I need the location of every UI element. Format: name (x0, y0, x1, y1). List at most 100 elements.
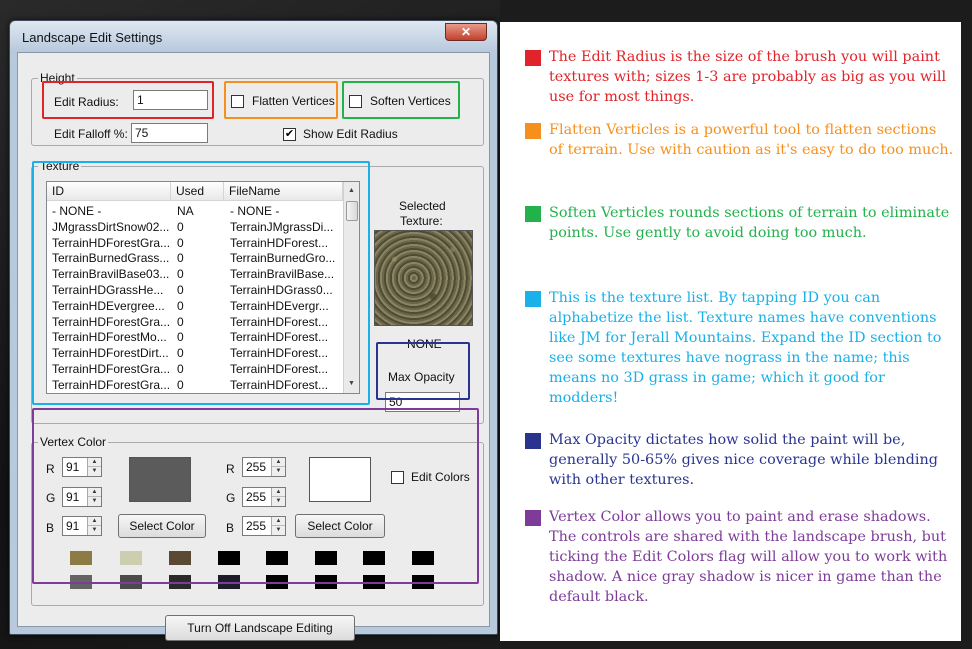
column-filename[interactable]: FileName (224, 182, 343, 201)
note-text: Flatten Verticles is a powerful tool to … (549, 122, 954, 158)
palette-swatch[interactable] (70, 575, 92, 589)
palette-swatch[interactable] (70, 551, 92, 565)
soften-vertices-label: Soften Vertices (370, 94, 451, 108)
spin-up-icon[interactable]: ▲ (272, 517, 285, 526)
left-r-spinner[interactable]: 91 ▲ ▼ (62, 457, 102, 477)
edit-colors-checkbox[interactable] (391, 471, 404, 484)
texture-list[interactable]: ID Used FileName - NONE - NA - NONE - JMgra… (46, 181, 360, 394)
texture-list-row[interactable]: JMgrassDirtSnow02... 0 TerrainJMgrassDi... (47, 219, 343, 235)
right-g-spinner[interactable]: 255 ▲ ▼ (242, 487, 286, 507)
red-marker-icon (525, 50, 541, 66)
title-bar[interactable]: Landscape Edit Settings ✕ (10, 21, 497, 51)
texture-list-scrollbar[interactable]: ▲ ▼ (343, 182, 359, 393)
row-filename: - NONE - (230, 204, 280, 218)
vertex-color-group-title: Vertex Color (38, 435, 109, 449)
palette-swatch[interactable] (218, 575, 240, 589)
palette-swatch[interactable] (363, 551, 385, 565)
row-id: TerrainHDEvergree... (52, 298, 165, 313)
row-used: 0 (177, 251, 184, 266)
row-filename: TerrainBurnedGro... (230, 251, 336, 266)
column-id[interactable]: ID (47, 182, 171, 201)
spin-up-icon[interactable]: ▲ (88, 458, 101, 467)
palette-swatch[interactable] (266, 551, 288, 565)
edit-colors-label: Edit Colors (411, 470, 470, 484)
right-b-label: B (226, 521, 235, 535)
flatten-vertices-checkbox[interactable] (231, 95, 244, 108)
scroll-down-icon[interactable]: ▼ (344, 375, 359, 393)
spin-down-icon[interactable]: ▼ (88, 497, 101, 506)
spin-up-icon[interactable]: ▲ (272, 458, 285, 467)
palette-swatch[interactable] (315, 575, 337, 589)
row-id: TerrainHDForestGra... (52, 362, 170, 376)
texture-group-title: Texture (38, 159, 82, 173)
spin-down-icon[interactable]: ▼ (272, 467, 285, 476)
row-used: 0 (177, 330, 184, 345)
flatten-vertices-label: Flatten Vertices (252, 94, 335, 108)
scroll-up-icon[interactable]: ▲ (344, 182, 359, 200)
texture-list-row[interactable]: TerrainBravilBase03... 0 TerrainBravilBase… (47, 266, 343, 282)
spin-down-icon[interactable]: ▼ (88, 467, 101, 476)
selected-texture-label-2: Texture: (400, 214, 443, 228)
soften-vertices-checkbox[interactable] (349, 95, 362, 108)
row-used: 0 (177, 267, 184, 282)
texture-list-row[interactable]: - NONE - NA - NONE - (47, 203, 343, 219)
palette-swatch[interactable] (412, 575, 434, 589)
row-used: 0 (177, 283, 184, 297)
texture-list-row[interactable]: TerrainHDForestGra... 0 TerrainHDForest... (47, 361, 343, 377)
column-used[interactable]: Used (171, 182, 224, 201)
spin-down-icon[interactable]: ▼ (88, 526, 101, 535)
show-edit-radius-checkbox[interactable]: ✔ (283, 128, 296, 141)
right-g-label: G (226, 491, 236, 505)
left-g-spinner[interactable]: 91 ▲ ▼ (62, 487, 102, 507)
right-r-spinner[interactable]: 255 ▲ ▼ (242, 457, 286, 477)
right-r-label: R (226, 462, 235, 476)
scroll-thumb[interactable] (346, 201, 358, 221)
texture-list-row[interactable]: TerrainHDForestMo... 0 TerrainHDForest... (47, 329, 343, 345)
edit-radius-label: Edit Radius: (54, 95, 119, 109)
turn-off-landscape-editing-button[interactable]: Turn Off Landscape Editing (165, 615, 355, 641)
row-used: 0 (177, 219, 184, 234)
edit-radius-input[interactable] (133, 90, 208, 110)
row-used: 0 (177, 314, 184, 329)
palette-swatch[interactable] (412, 551, 434, 565)
right-b-spinner[interactable]: 255 ▲ ▼ (242, 516, 286, 536)
left-color-swatch[interactable] (129, 457, 191, 502)
left-select-color-button[interactable]: Select Color (118, 514, 206, 538)
row-filename: TerrainHDEvergr... (230, 298, 329, 313)
spin-up-icon[interactable]: ▲ (88, 488, 101, 497)
right-color-swatch[interactable] (309, 457, 371, 502)
texture-list-row[interactable]: TerrainHDForestGra... 0 TerrainHDForest... (47, 377, 343, 393)
palette-swatch[interactable] (363, 575, 385, 589)
note-texture-list: This is the texture list. By tapping ID … (525, 288, 955, 408)
palette-swatch[interactable] (315, 551, 337, 565)
left-r-label: R (46, 462, 55, 476)
palette-swatch[interactable] (120, 551, 142, 565)
palette-swatch[interactable] (169, 551, 191, 565)
spin-up-icon[interactable]: ▲ (88, 517, 101, 526)
palette-swatch[interactable] (266, 575, 288, 589)
green-marker-icon (525, 206, 541, 222)
row-id: TerrainHDForestDirt... (52, 346, 169, 361)
texture-list-row[interactable]: TerrainHDEvergree... 0 TerrainHDEvergr... (47, 298, 343, 314)
palette-swatch[interactable] (120, 575, 142, 589)
texture-list-row[interactable]: TerrainBurnedGrass... 0 TerrainBurnedGro..… (47, 250, 343, 266)
texture-list-row[interactable]: TerrainHDGrassHe... 0 TerrainHDGrass0... (47, 282, 343, 298)
palette-swatch[interactable] (169, 575, 191, 589)
note-max-opacity: Max Opacity dictates how solid the paint… (525, 430, 955, 490)
right-select-color-button[interactable]: Select Color (295, 514, 385, 538)
row-used: 0 (177, 377, 184, 392)
texture-preview-image (374, 230, 473, 326)
close-button[interactable]: ✕ (445, 23, 487, 41)
texture-list-row[interactable]: TerrainHDForestGra... 0 TerrainHDForest... (47, 314, 343, 330)
palette-swatch[interactable] (218, 551, 240, 565)
spin-up-icon[interactable]: ▲ (272, 488, 285, 497)
texture-list-row[interactable]: TerrainHDForestDirt... 0 TerrainHDForest..… (47, 345, 343, 361)
row-id: TerrainHDForestGra... (52, 235, 170, 250)
spin-down-icon[interactable]: ▼ (272, 526, 285, 535)
edit-falloff-input[interactable] (131, 123, 208, 143)
spin-down-icon[interactable]: ▼ (272, 497, 285, 506)
texture-list-row[interactable]: TerrainHDForestGra... 0 TerrainHDForest... (47, 235, 343, 251)
max-opacity-input[interactable] (385, 392, 460, 412)
row-id: JMgrassDirtSnow02... (52, 219, 170, 234)
left-b-spinner[interactable]: 91 ▲ ▼ (62, 516, 102, 536)
